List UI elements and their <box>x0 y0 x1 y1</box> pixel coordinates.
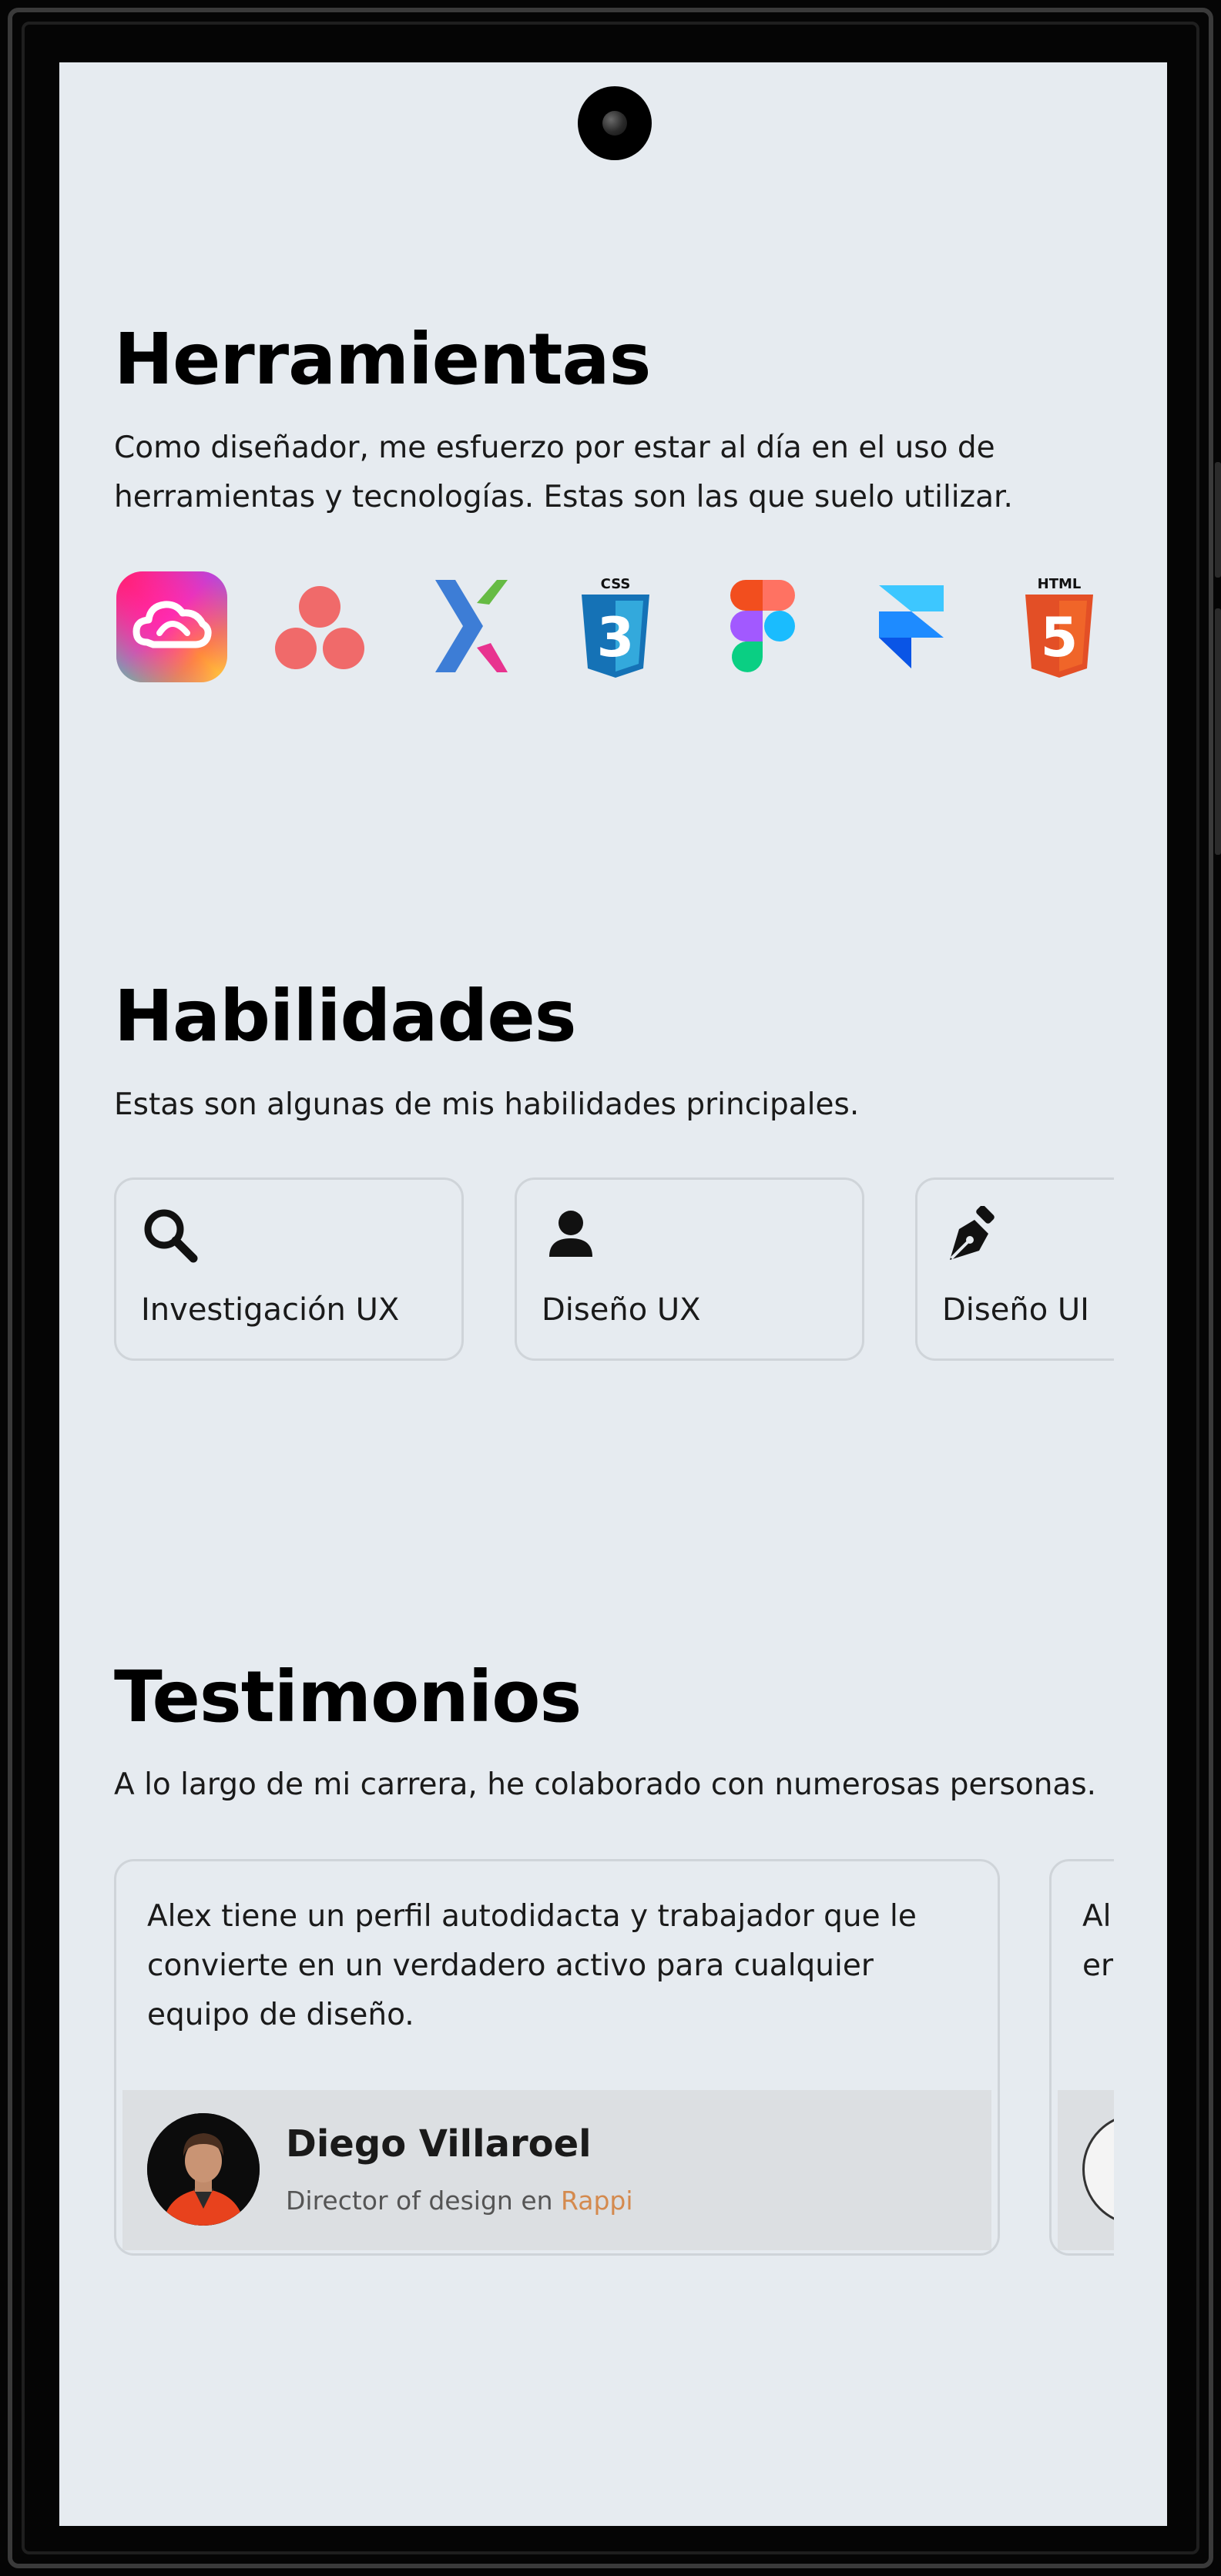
adobe-creative-cloud-icon <box>114 569 230 685</box>
skill-label: Diseño UX <box>542 1292 701 1328</box>
testimonial-company[interactable]: Rappi <box>561 2186 633 2216</box>
volume-button <box>1215 462 1221 578</box>
power-button <box>1215 608 1221 855</box>
front-camera <box>578 86 652 160</box>
svg-text:3: 3 <box>597 606 635 669</box>
asana-icon <box>262 569 377 685</box>
skill-card-ui-design[interactable]: Diseño UI <box>915 1177 1114 1361</box>
testimonials-title: Testimonios <box>114 1656 582 1738</box>
testimonial-author <box>1058 2090 1114 2250</box>
tools-description: Como diseñador, me esfuerzo por estar al… <box>114 430 1013 514</box>
skills-description: Estas son algunas de mis habilidades pri… <box>114 1087 860 1122</box>
tools-title: Herramientas <box>114 318 651 400</box>
phone-frame: Herramientas Como diseñador, me esfuerzo… <box>0 0 1221 2576</box>
screen: Herramientas Como diseñador, me esfuerzo… <box>59 62 1167 2526</box>
tools-row: CSS 3 HTML 5 <box>114 569 1146 685</box>
user-icon <box>549 1211 592 1257</box>
testimonial-name: Diego Villaroel <box>286 2122 592 2166</box>
skill-card-ux-design[interactable]: Diseño UX <box>515 1177 864 1361</box>
testimonials-carousel[interactable]: Alex tiene un perfil autodidacta y traba… <box>114 1859 1114 2258</box>
avatar <box>1082 2113 1114 2226</box>
testimonial-role-title: Director of design en <box>286 2186 562 2216</box>
testimonial-card[interactable]: Alex tiene un perfil autodidacta y traba… <box>114 1859 1000 2256</box>
testimonial-card[interactable]: Al er <box>1049 1859 1114 2256</box>
html5-icon: HTML 5 <box>1001 569 1117 685</box>
xd-cross-icon <box>410 569 525 685</box>
svg-text:HTML: HTML <box>1038 576 1082 592</box>
testimonial-role: Director of design en Rappi <box>286 2186 633 2216</box>
skills-carousel[interactable]: Investigación UX Diseño UX Diseño UI <box>114 1177 1114 1362</box>
skill-card-ux-research[interactable]: Investigación UX <box>114 1177 464 1361</box>
skill-label: Diseño UI <box>942 1292 1089 1328</box>
pen-nib-icon <box>950 1206 995 1260</box>
skills-title: Habilidades <box>114 975 576 1057</box>
svg-text:CSS: CSS <box>601 576 631 592</box>
figma-icon <box>706 569 821 685</box>
framer-icon <box>854 569 969 685</box>
avatar <box>147 2113 260 2226</box>
css3-icon: CSS 3 <box>558 569 673 685</box>
testimonials-description: A lo largo de mi carrera, he colaborado … <box>114 1767 1097 1802</box>
search-icon <box>144 1209 198 1263</box>
svg-text:5: 5 <box>1041 606 1078 669</box>
testimonial-author: Diego Villaroel Director of design en Ra… <box>122 2090 991 2250</box>
testimonial-quote: Al er <box>1082 1899 1114 1983</box>
testimonial-quote: Alex tiene un perfil autodidacta y traba… <box>147 1899 917 2032</box>
skill-label: Investigación UX <box>141 1292 400 1328</box>
